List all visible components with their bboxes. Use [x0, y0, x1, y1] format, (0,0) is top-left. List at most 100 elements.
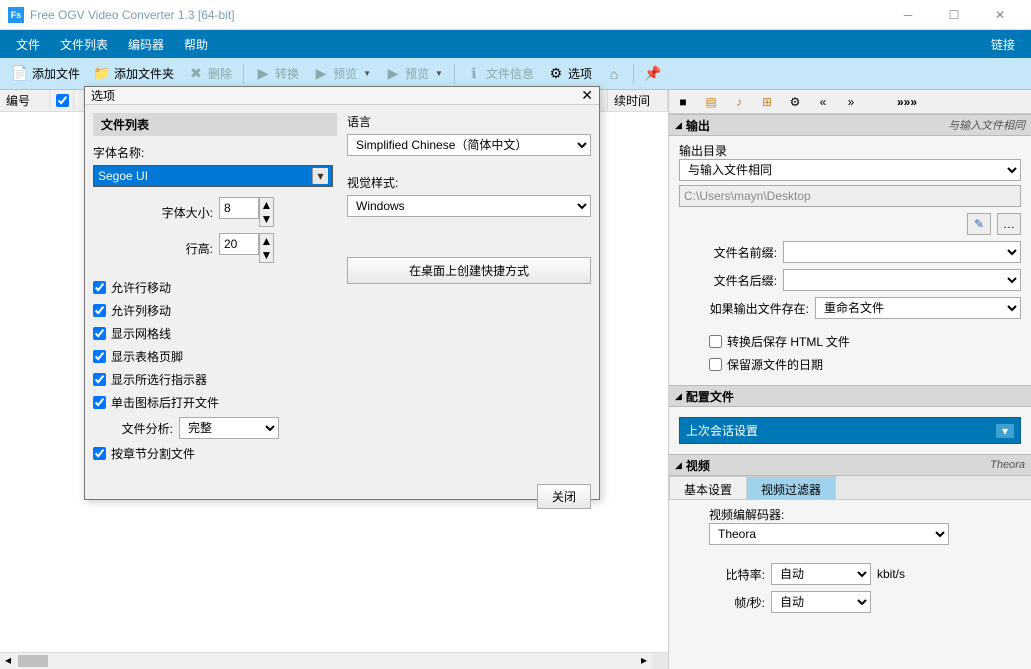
output-path-field	[679, 185, 1021, 207]
suffix-label: 文件名后缀:	[679, 272, 777, 289]
line-height-spinner[interactable]: ▲▼	[219, 233, 274, 263]
edit-path-button[interactable]: ✎	[967, 213, 991, 235]
profile-header[interactable]: ◢ 配置文件	[669, 385, 1031, 407]
font-select[interactable]: Segoe UI ▾	[93, 165, 333, 187]
maximize-button[interactable]: ☐	[931, 0, 977, 30]
profile-select[interactable]: 上次会话设置 ▾	[679, 417, 1021, 444]
right-icon-tabs: ■ ▤ ♪ ⊞ ⚙ « » »»»	[669, 90, 1031, 114]
menubar: 文件 文件列表 编码器 帮助 链接	[0, 30, 1031, 58]
preview2-button[interactable]: ▶预览▼	[379, 62, 449, 85]
tab-basic[interactable]: 基本设置	[669, 476, 747, 499]
dialog-titlebar: 选项 ✕	[85, 87, 599, 105]
exists-select[interactable]: 重命名文件	[815, 297, 1021, 319]
parse-label: 文件分析:	[93, 420, 173, 437]
minimize-button[interactable]: ─	[885, 0, 931, 30]
dialog-left-column: 文件列表 字体名称: Segoe UI ▾ 字体大小: ▲▼ 行高: ▲▼ 允许…	[93, 113, 337, 468]
create-shortcut-button[interactable]: 在桌面上创建快捷方式	[347, 257, 591, 284]
tab-filter[interactable]: 视频过滤器	[746, 476, 836, 499]
chapter-split-checkbox[interactable]	[93, 447, 106, 460]
close-button[interactable]: 关闭	[537, 484, 591, 509]
fps-select[interactable]: 自动	[771, 591, 871, 613]
delete-icon: ✖	[188, 66, 204, 82]
tab-folder-icon[interactable]: ■	[673, 92, 693, 112]
output-body: 输出目录 与输入文件相同 ✎ … 文件名前缀: 文件名后缀: 如果输出文件存在:…	[669, 136, 1031, 385]
select-all-checkbox[interactable]	[56, 94, 69, 107]
info-icon: ℹ	[466, 66, 482, 82]
right-pane: ■ ▤ ♪ ⊞ ⚙ « » »»» ◢ 输出 与输入文件相同 输出目录 与输入文…	[669, 90, 1031, 669]
add-folder-button[interactable]: 📁添加文件夹	[88, 62, 180, 85]
output-dir-select[interactable]: 与输入文件相同	[679, 159, 1021, 181]
spin-down-icon[interactable]: ▼	[260, 248, 273, 262]
separator	[454, 64, 455, 84]
tab-music-icon[interactable]: ♪	[729, 92, 749, 112]
home-icon: ⌂	[606, 66, 622, 82]
scroll-thumb[interactable]	[18, 655, 48, 667]
col-move-checkbox[interactable]	[93, 304, 106, 317]
scroll-right-icon[interactable]: ▸	[636, 653, 652, 669]
bitrate-label: 比特率:	[709, 566, 765, 583]
separator	[633, 64, 634, 84]
fileinfo-button[interactable]: ℹ文件信息	[460, 62, 540, 85]
tab-doc-icon[interactable]: ▤	[701, 92, 721, 112]
menu-encoder[interactable]: 编码器	[118, 32, 174, 57]
style-select[interactable]: Windows	[347, 195, 591, 217]
lang-group-label: 语言	[347, 113, 591, 130]
collapse-icon: ◢	[675, 460, 682, 471]
suffix-select[interactable]	[783, 269, 1021, 291]
menu-file[interactable]: 文件	[6, 32, 50, 57]
tab-more[interactable]: »»»	[897, 92, 917, 112]
preview1-button[interactable]: ▶预览▼	[307, 62, 377, 85]
output-header[interactable]: ◢ 输出 与输入文件相同	[669, 114, 1031, 136]
tab-film-icon[interactable]: ⊞	[757, 92, 777, 112]
font-size-spinner[interactable]: ▲▼	[219, 197, 274, 227]
add-file-icon: 📄	[12, 66, 28, 82]
keep-date-checkbox[interactable]	[709, 358, 722, 371]
indicator-checkbox[interactable]	[93, 373, 106, 386]
col-duration[interactable]: 续时间	[608, 90, 668, 111]
line-label: 行高:	[93, 240, 213, 257]
save-html-checkbox[interactable]	[709, 335, 722, 348]
language-select[interactable]: Simplified Chinese（简体中文）	[347, 134, 591, 156]
home-button[interactable]: ⌂	[600, 63, 628, 85]
add-file-button[interactable]: 📄添加文件	[6, 62, 86, 85]
menu-help[interactable]: 帮助	[174, 32, 218, 57]
browse-path-button[interactable]: …	[997, 213, 1021, 235]
dialog-close-icon[interactable]: ✕	[581, 87, 593, 104]
gridlines-checkbox[interactable]	[93, 327, 106, 340]
delete-button[interactable]: ✖删除	[182, 62, 238, 85]
spin-up-icon[interactable]: ▲	[260, 234, 273, 248]
exists-label: 如果输出文件存在:	[679, 300, 809, 317]
convert-button[interactable]: ▶转换	[249, 62, 305, 85]
row-move-checkbox[interactable]	[93, 281, 106, 294]
options-dialog: 选项 ✕ 文件列表 字体名称: Segoe UI ▾ 字体大小: ▲▼ 行高: …	[84, 86, 600, 500]
parse-select[interactable]: 完整	[179, 417, 279, 439]
scroll-left-icon[interactable]: ◂	[0, 653, 16, 669]
tab-gear-icon[interactable]: ⚙	[785, 92, 805, 112]
spin-up-icon[interactable]: ▲	[260, 198, 273, 212]
options-button[interactable]: ⚙选项	[542, 62, 598, 85]
col-check[interactable]	[50, 90, 74, 111]
tab-next-icon[interactable]: »	[841, 92, 861, 112]
open-icon-checkbox[interactable]	[93, 396, 106, 409]
horizontal-scrollbar[interactable]: ◂ ▸	[0, 652, 668, 669]
preview-icon: ▶	[313, 66, 329, 82]
codec-label: 视频编解码器:	[709, 506, 1021, 523]
tab-prev-icon[interactable]: «	[813, 92, 833, 112]
close-button[interactable]: ✕	[977, 0, 1023, 30]
menu-filelist[interactable]: 文件列表	[50, 32, 118, 57]
spin-down-icon[interactable]: ▼	[260, 212, 273, 226]
pin-button[interactable]: 📌	[639, 63, 667, 85]
video-body: 视频编解码器: Theora 比特率:自动kbit/s 帧/秒:自动	[669, 500, 1031, 625]
size-label: 字体大小:	[93, 204, 213, 221]
dialog-title: 选项	[91, 87, 115, 104]
col-number[interactable]: 编号	[0, 90, 50, 111]
video-header[interactable]: ◢ 视频 Theora	[669, 454, 1031, 476]
bitrate-select[interactable]: 自动	[771, 563, 871, 585]
font-label: 字体名称:	[93, 144, 337, 161]
output-dir-label: 输出目录	[679, 142, 1021, 159]
codec-select[interactable]: Theora	[709, 523, 949, 545]
menu-link[interactable]: 链接	[981, 32, 1025, 57]
prefix-select[interactable]	[783, 241, 1021, 263]
footer-checkbox[interactable]	[93, 350, 106, 363]
window-title: Free OGV Video Converter 1.3 [64-bit]	[30, 8, 885, 22]
